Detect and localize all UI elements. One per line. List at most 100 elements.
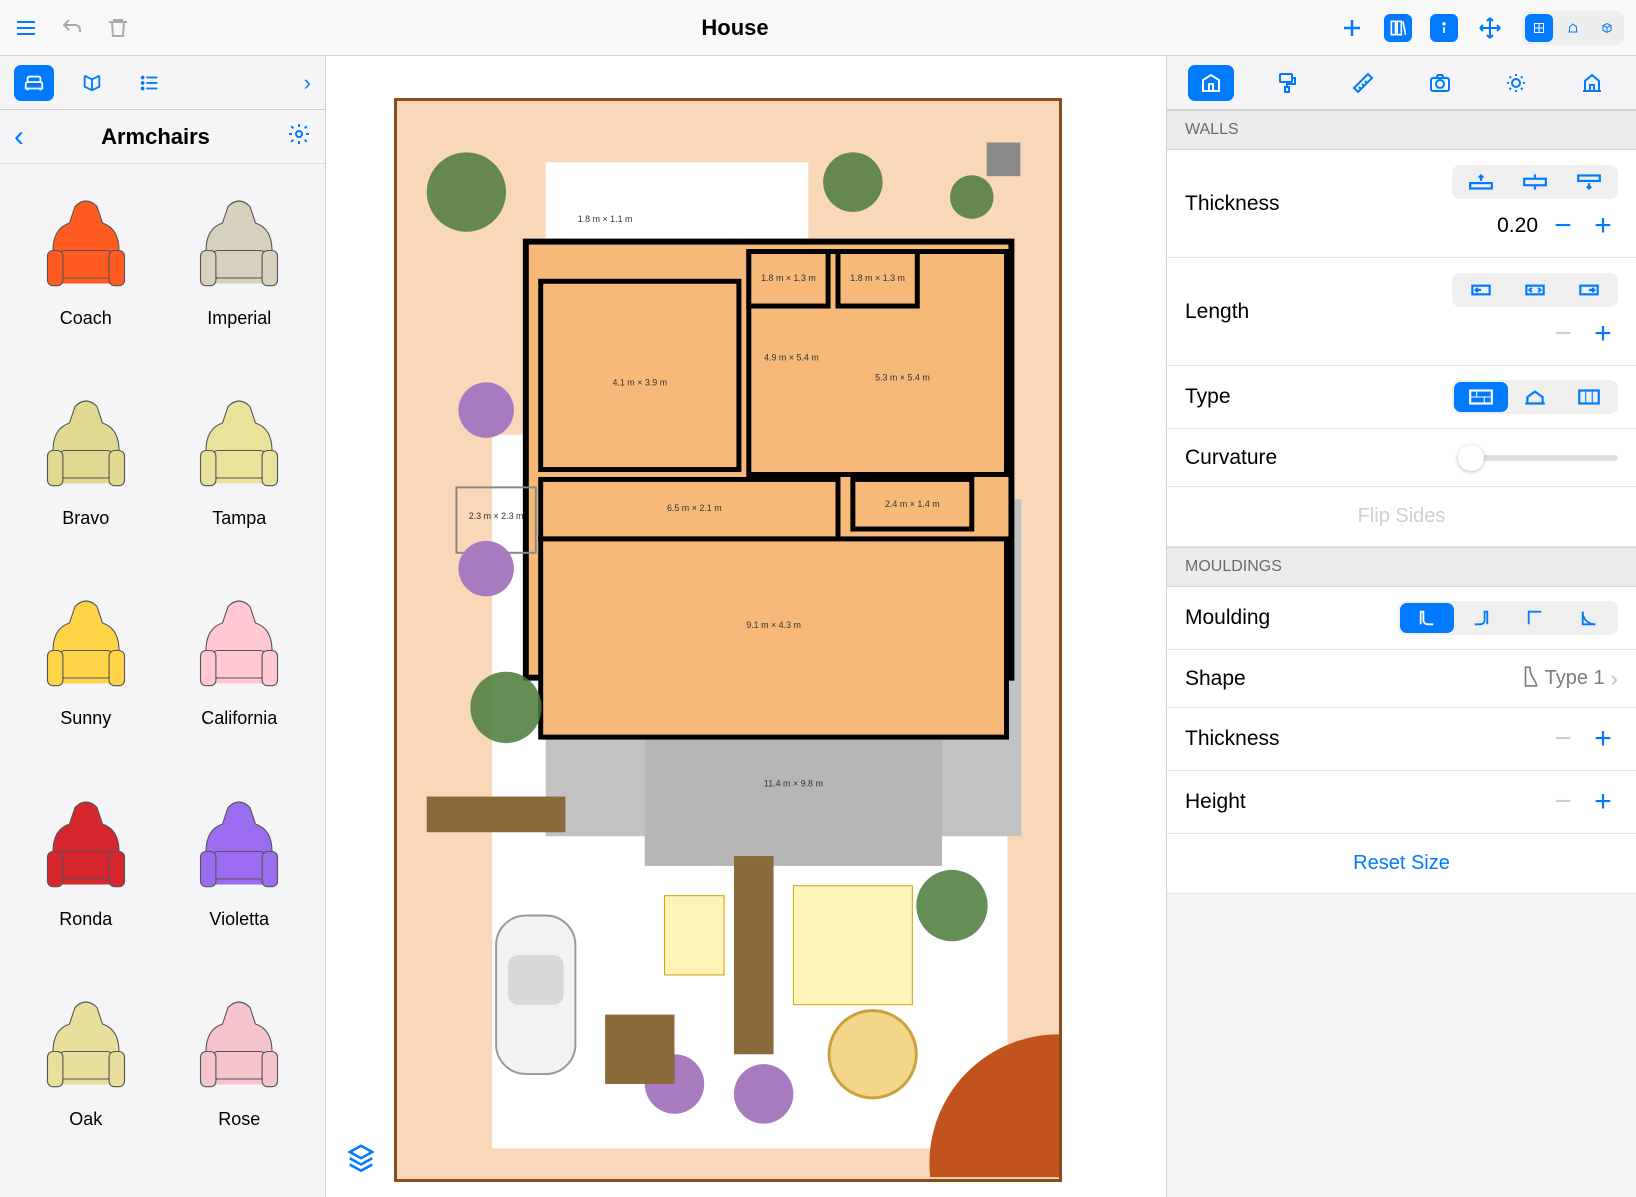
layers-icon[interactable] bbox=[346, 1142, 376, 1177]
camera-tab[interactable] bbox=[1417, 65, 1463, 101]
library-item-label: Ronda bbox=[59, 909, 112, 930]
library-item-label: Oak bbox=[69, 1109, 102, 1130]
moulding-base-icon[interactable] bbox=[1400, 603, 1454, 633]
walls-section-header: WALLS bbox=[1167, 110, 1636, 150]
library-item[interactable]: Bravo bbox=[14, 390, 158, 570]
align-bottom-icon[interactable] bbox=[1562, 167, 1616, 197]
thickness-plus[interactable]: + bbox=[1588, 209, 1618, 243]
moulding-thickness-plus[interactable]: + bbox=[1588, 722, 1618, 756]
menu-icon[interactable] bbox=[12, 14, 40, 42]
shape-label: Shape bbox=[1185, 667, 1523, 691]
back-icon[interactable]: ‹ bbox=[14, 120, 24, 154]
moulding-thickness-row: Thickness − + bbox=[1167, 708, 1636, 771]
room-label: 1.8 m × 1.1 m bbox=[578, 214, 633, 224]
anchor-left-icon[interactable] bbox=[1454, 275, 1508, 305]
align-center-icon[interactable] bbox=[1508, 167, 1562, 197]
measure-tab[interactable] bbox=[1340, 65, 1386, 101]
light-tab[interactable] bbox=[1493, 65, 1539, 101]
shape-row[interactable]: Shape Type 1 › bbox=[1167, 650, 1636, 708]
inspector-panel: WALLS Thickness 0.20 − + Length bbox=[1166, 56, 1636, 1197]
library-item[interactable]: Tampa bbox=[168, 390, 312, 570]
chair-thumb bbox=[31, 390, 141, 500]
wall-type-glass-icon[interactable] bbox=[1562, 382, 1616, 412]
moulding-height-minus[interactable]: − bbox=[1548, 785, 1578, 819]
info-icon[interactable] bbox=[1430, 14, 1458, 42]
floorplan-canvas[interactable]: 1.8 m × 1.1 m 1.8 m × 1.3 m 1.8 m × 1.3 … bbox=[326, 56, 1166, 1197]
library-item-label: Rose bbox=[218, 1109, 260, 1130]
thickness-row: Thickness 0.20 − + bbox=[1167, 150, 1636, 258]
reset-size-button[interactable]: Reset Size bbox=[1167, 834, 1636, 894]
room-label: 2.3 m × 2.3 m bbox=[469, 511, 524, 521]
anchor-center-icon[interactable] bbox=[1508, 275, 1562, 305]
library-item-label: California bbox=[201, 708, 277, 729]
library-item[interactable]: Coach bbox=[14, 190, 158, 370]
library-grid: Coach Imperial Bravo Tampa Sunny Califor… bbox=[0, 164, 325, 1197]
chair-thumb bbox=[184, 791, 294, 901]
moulding-corner-icon[interactable] bbox=[1508, 603, 1562, 633]
library-item-label: Imperial bbox=[207, 308, 271, 329]
room-label: 4.9 m × 5.4 m bbox=[764, 353, 819, 363]
moulding-thickness-label: Thickness bbox=[1185, 727, 1548, 751]
chair-thumb bbox=[31, 190, 141, 300]
thickness-align-segment bbox=[1452, 165, 1618, 199]
view-2d-icon[interactable] bbox=[1525, 14, 1553, 42]
chevron-right-icon[interactable]: › bbox=[304, 70, 311, 96]
anchor-right-icon[interactable] bbox=[1562, 275, 1616, 305]
room-label: 5.3 m × 5.4 m bbox=[875, 372, 930, 382]
library-item[interactable]: Oak bbox=[14, 991, 158, 1171]
wall-type-segment bbox=[1452, 380, 1618, 414]
room-label: 9.1 m × 4.3 m bbox=[746, 620, 801, 630]
room-label: 6.5 m × 2.1 m bbox=[667, 503, 722, 513]
building-tab[interactable] bbox=[1569, 65, 1615, 101]
category-title: Armchairs bbox=[34, 124, 277, 150]
library-item-label: Tampa bbox=[212, 508, 266, 529]
materials-tab[interactable] bbox=[72, 65, 112, 101]
chair-thumb bbox=[184, 390, 294, 500]
room-label: 1.8 m × 1.3 m bbox=[850, 273, 905, 283]
moulding-crown-icon[interactable] bbox=[1454, 603, 1508, 633]
moulding-height-plus[interactable]: + bbox=[1588, 785, 1618, 819]
library-item[interactable]: Sunny bbox=[14, 590, 158, 770]
length-plus[interactable]: + bbox=[1588, 317, 1618, 351]
library-panel: › ‹ Armchairs Coach Imperial Bravo Tampa… bbox=[0, 56, 326, 1197]
document-title: House bbox=[701, 15, 768, 41]
type-row: Type bbox=[1167, 366, 1636, 429]
library-item[interactable]: Ronda bbox=[14, 791, 158, 971]
shape-value: Type 1 bbox=[1545, 667, 1605, 690]
view-elevation-icon[interactable] bbox=[1559, 14, 1587, 42]
library-item[interactable]: Imperial bbox=[168, 190, 312, 370]
chair-thumb bbox=[184, 190, 294, 300]
chair-thumb bbox=[184, 590, 294, 700]
gear-icon[interactable] bbox=[287, 122, 311, 151]
view-3d-icon[interactable] bbox=[1593, 14, 1621, 42]
wall-type-gable-icon[interactable] bbox=[1508, 382, 1562, 412]
length-minus[interactable]: − bbox=[1548, 317, 1578, 351]
chair-thumb bbox=[184, 991, 294, 1101]
length-anchor-segment bbox=[1452, 273, 1618, 307]
object-properties-tab[interactable] bbox=[1188, 65, 1234, 101]
thickness-minus[interactable]: − bbox=[1548, 209, 1578, 243]
align-top-icon[interactable] bbox=[1454, 167, 1508, 197]
paint-tab[interactable] bbox=[1264, 65, 1310, 101]
library-item-label: Bravo bbox=[62, 508, 109, 529]
curvature-slider[interactable] bbox=[1458, 455, 1618, 461]
moulding-cove-icon[interactable] bbox=[1562, 603, 1616, 633]
library-item[interactable]: California bbox=[168, 590, 312, 770]
moulding-row: Moulding bbox=[1167, 587, 1636, 650]
room-label: 11.4 m × 9.8 m bbox=[764, 779, 823, 789]
move-icon[interactable] bbox=[1476, 14, 1504, 42]
length-label: Length bbox=[1185, 300, 1452, 324]
library-item[interactable]: Rose bbox=[168, 991, 312, 1171]
moulding-thickness-minus[interactable]: − bbox=[1548, 722, 1578, 756]
add-icon[interactable] bbox=[1338, 14, 1366, 42]
furniture-tab[interactable] bbox=[14, 65, 54, 101]
trash-icon[interactable] bbox=[104, 14, 132, 42]
shape-profile-icon bbox=[1523, 665, 1539, 693]
flip-sides-button[interactable]: Flip Sides bbox=[1167, 487, 1636, 547]
wall-type-solid-icon[interactable] bbox=[1454, 382, 1508, 412]
library-item[interactable]: Violetta bbox=[168, 791, 312, 971]
length-row: Length − + bbox=[1167, 258, 1636, 366]
undo-icon[interactable] bbox=[58, 14, 86, 42]
list-tab[interactable] bbox=[130, 65, 170, 101]
library-icon[interactable] bbox=[1384, 14, 1412, 42]
